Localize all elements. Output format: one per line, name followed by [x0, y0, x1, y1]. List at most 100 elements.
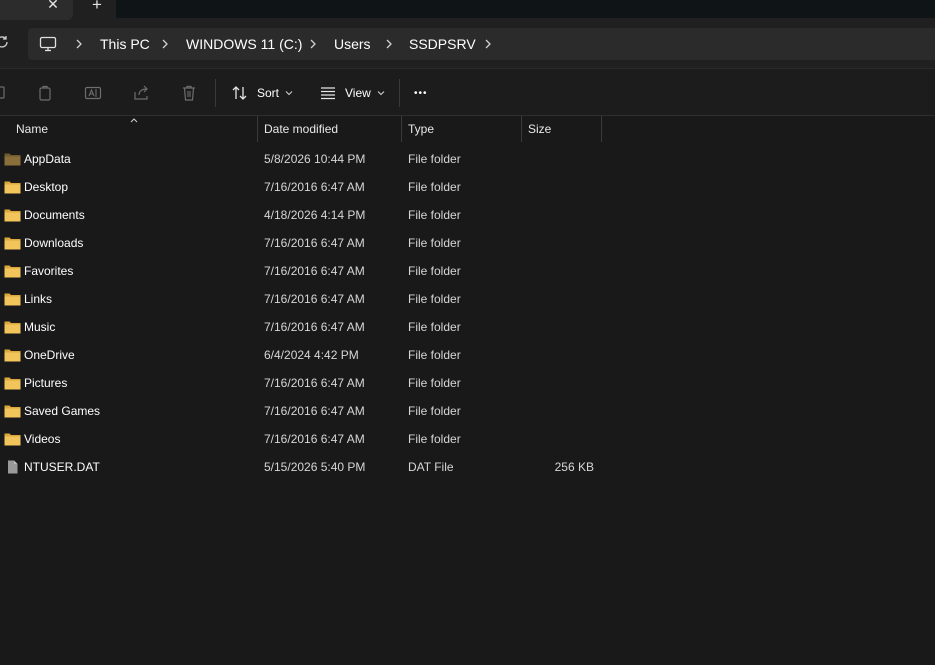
- file-row[interactable]: Videos 7/16/2016 6:47 AM File folder: [0, 425, 935, 453]
- chevron-right-icon[interactable]: [483, 37, 493, 51]
- file-icon: [8, 460, 18, 474]
- file-date-modified: 7/16/2016 6:47 AM: [264, 180, 365, 194]
- breadcrumb-ssdpsrv[interactable]: SSDPSRV: [409, 36, 476, 52]
- file-row[interactable]: Documents 4/18/2026 4:14 PM File folder: [0, 201, 935, 229]
- chevron-down-icon: [285, 91, 293, 96]
- file-name: NTUSER.DAT: [24, 460, 100, 474]
- file-date-modified: 4/18/2026 4:14 PM: [264, 208, 366, 222]
- file-row[interactable]: Links 7/16/2016 6:47 AM File folder: [0, 285, 935, 313]
- file-size: [524, 173, 594, 201]
- chevron-right-icon[interactable]: [74, 37, 84, 51]
- command-divider: [215, 79, 216, 107]
- file-size: [524, 341, 594, 369]
- folder-icon: [4, 321, 21, 334]
- file-name: Desktop: [24, 180, 69, 194]
- file-row[interactable]: Music 7/16/2016 6:47 AM File folder: [0, 313, 935, 341]
- file-row[interactable]: OneDrive 6/4/2024 4:42 PM File folder: [0, 341, 935, 369]
- explorer-tab[interactable]: ✕: [0, 0, 73, 20]
- navigation-bar: This PC WINDOWS 11 (C:) Users SSDPSRV: [0, 20, 935, 68]
- more-options-button[interactable]: •••: [414, 81, 428, 105]
- file-name: Documents: [24, 208, 85, 222]
- file-name: Music: [24, 320, 56, 334]
- sort-icon: [232, 86, 247, 100]
- column-resize-handle[interactable]: [601, 116, 602, 142]
- file-type: File folder: [408, 208, 461, 222]
- file-date-modified: 7/16/2016 6:47 AM: [264, 376, 365, 390]
- file-name: AppData: [24, 152, 71, 166]
- breadcrumb-this-pc[interactable]: This PC: [100, 36, 150, 52]
- file-date-modified: 7/16/2016 6:47 AM: [264, 264, 365, 278]
- file-date-modified: 7/16/2016 6:47 AM: [264, 236, 365, 250]
- file-name: Pictures: [24, 376, 68, 390]
- file-date-modified: 5/8/2026 10:44 PM: [264, 152, 366, 166]
- file-type: File folder: [408, 180, 461, 194]
- folder-icon: [4, 237, 21, 250]
- folder-hidden-icon: [4, 153, 21, 166]
- file-size: [524, 397, 594, 425]
- column-header-type[interactable]: Type: [402, 116, 521, 142]
- file-name: Favorites: [24, 264, 74, 278]
- title-bar: ✕ +: [0, 0, 935, 20]
- file-date-modified: 6/4/2024 4:42 PM: [264, 348, 359, 362]
- file-type: File folder: [408, 376, 461, 390]
- breadcrumb-drive[interactable]: WINDOWS 11 (C:): [186, 36, 302, 52]
- file-row[interactable]: Desktop 7/16/2016 6:47 AM File folder: [0, 173, 935, 201]
- file-row[interactable]: NTUSER.DAT 5/15/2026 5:40 PM DAT File 256 K…: [0, 453, 935, 481]
- file-size: [524, 145, 594, 173]
- file-date-modified: 7/16/2016 6:47 AM: [264, 432, 365, 446]
- command-divider: [399, 79, 400, 107]
- file-size: [524, 425, 594, 453]
- share-icon[interactable]: [131, 83, 151, 103]
- chevron-right-icon[interactable]: [160, 37, 170, 51]
- folder-icon: [4, 293, 21, 306]
- file-type: File folder: [408, 320, 461, 334]
- file-list: AppData 5/8/2026 10:44 PM File folder Deskt…: [0, 145, 935, 481]
- folder-icon: [4, 265, 21, 278]
- refresh-icon[interactable]: [0, 34, 10, 50]
- file-size: 256 KB: [554, 460, 594, 474]
- address-bar[interactable]: This PC WINDOWS 11 (C:) Users SSDPSRV: [28, 28, 935, 60]
- new-tab-icon[interactable]: +: [88, 0, 106, 14]
- chevron-right-icon[interactable]: [308, 37, 318, 51]
- file-row[interactable]: Downloads 7/16/2016 6:47 AM File folder: [0, 229, 935, 257]
- delete-icon[interactable]: [179, 83, 199, 103]
- file-type: File folder: [408, 404, 461, 418]
- file-size: [524, 313, 594, 341]
- sort-button[interactable]: Sort: [231, 81, 301, 105]
- file-size: [524, 201, 594, 229]
- file-type: File folder: [408, 264, 461, 278]
- file-size: [524, 369, 594, 397]
- file-row[interactable]: Pictures 7/16/2016 6:47 AM File folder: [0, 369, 935, 397]
- file-type: DAT File: [408, 460, 454, 474]
- column-header-name[interactable]: Name: [10, 116, 257, 142]
- column-header-date[interactable]: Date modified: [258, 116, 401, 142]
- folder-icon: [4, 433, 21, 446]
- file-type: File folder: [408, 236, 461, 250]
- file-row[interactable]: Favorites 7/16/2016 6:47 AM File folder: [0, 257, 935, 285]
- rename-icon[interactable]: [83, 83, 103, 103]
- file-date-modified: 7/16/2016 6:47 AM: [264, 404, 365, 418]
- view-button[interactable]: View: [319, 81, 393, 105]
- tab-close-icon[interactable]: ✕: [46, 0, 60, 11]
- command-bar: Sort View •••: [0, 68, 935, 116]
- folder-icon: [4, 209, 21, 222]
- cut-icon[interactable]: [0, 83, 8, 103]
- file-date-modified: 5/15/2026 5:40 PM: [264, 460, 366, 474]
- file-type: File folder: [408, 152, 461, 166]
- file-row[interactable]: AppData 5/8/2026 10:44 PM File folder: [0, 145, 935, 173]
- folder-icon: [4, 405, 21, 418]
- chevron-right-icon[interactable]: [384, 37, 394, 51]
- file-size: [524, 285, 594, 313]
- column-header-row: Name Date modified Type Size: [0, 116, 935, 142]
- file-size: [524, 257, 594, 285]
- this-pc-icon[interactable]: [39, 35, 57, 53]
- folder-icon: [4, 377, 21, 390]
- breadcrumb-users[interactable]: Users: [334, 36, 371, 52]
- file-date-modified: 7/16/2016 6:47 AM: [264, 292, 365, 306]
- column-header-size[interactable]: Size: [522, 116, 601, 142]
- copy-icon[interactable]: [35, 83, 55, 103]
- file-row[interactable]: Saved Games 7/16/2016 6:47 AM File folder: [0, 397, 935, 425]
- file-type: File folder: [408, 432, 461, 446]
- file-name: Saved Games: [24, 404, 101, 418]
- file-type: File folder: [408, 292, 461, 306]
